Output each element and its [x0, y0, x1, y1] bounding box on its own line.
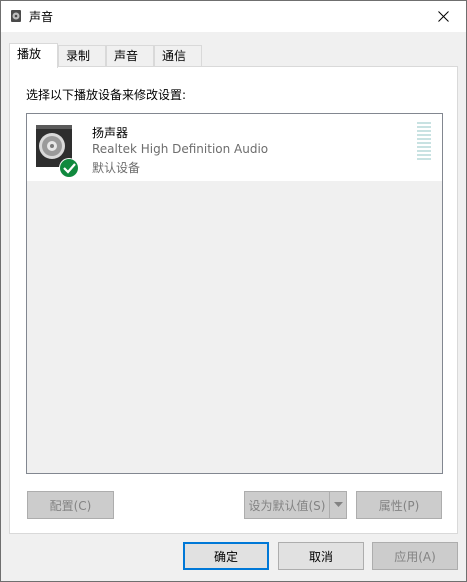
tab-recording[interactable]: 录制	[58, 45, 106, 66]
ok-button[interactable]: 确定	[183, 542, 269, 570]
tab-playback[interactable]: 播放	[9, 43, 58, 68]
speaker-small-icon	[11, 10, 21, 22]
level-meter	[417, 122, 431, 162]
sound-dialog: 声音 播放 录制 声音 通信 选择以下播放设备来修改设置: 扬声器 Realte…	[0, 0, 467, 582]
device-list[interactable]: 扬声器 Realtek High Definition Audio 默认设备	[26, 113, 443, 474]
playback-panel: 选择以下播放设备来修改设置: 扬声器 Realtek High Definiti…	[9, 66, 458, 534]
cancel-button[interactable]: 取消	[278, 542, 364, 570]
speaker-icon	[36, 125, 79, 178]
device-status: 默认设备	[92, 161, 141, 175]
instruction-text: 选择以下播放设备来修改设置:	[26, 88, 187, 102]
window-title: 声音	[29, 10, 54, 24]
properties-button[interactable]: 属性(P)	[356, 491, 442, 519]
title-bar: 声音	[1, 1, 466, 32]
set-default-dropdown[interactable]	[329, 491, 347, 519]
device-item-speakers[interactable]: 扬声器 Realtek High Definition Audio 默认设备	[27, 114, 442, 181]
configure-button[interactable]: 配置(C)	[27, 491, 114, 519]
device-name: 扬声器	[92, 126, 129, 140]
tab-communications[interactable]: 通信	[154, 45, 202, 66]
close-button[interactable]	[420, 1, 466, 32]
close-icon	[437, 11, 449, 22]
checkmark-icon	[59, 158, 79, 178]
set-default-button[interactable]: 设为默认值(S)	[244, 491, 330, 519]
tab-sounds[interactable]: 声音	[106, 45, 154, 66]
chevron-down-icon	[333, 502, 343, 507]
apply-button[interactable]: 应用(A)	[372, 542, 458, 570]
device-driver: Realtek High Definition Audio	[92, 142, 269, 156]
